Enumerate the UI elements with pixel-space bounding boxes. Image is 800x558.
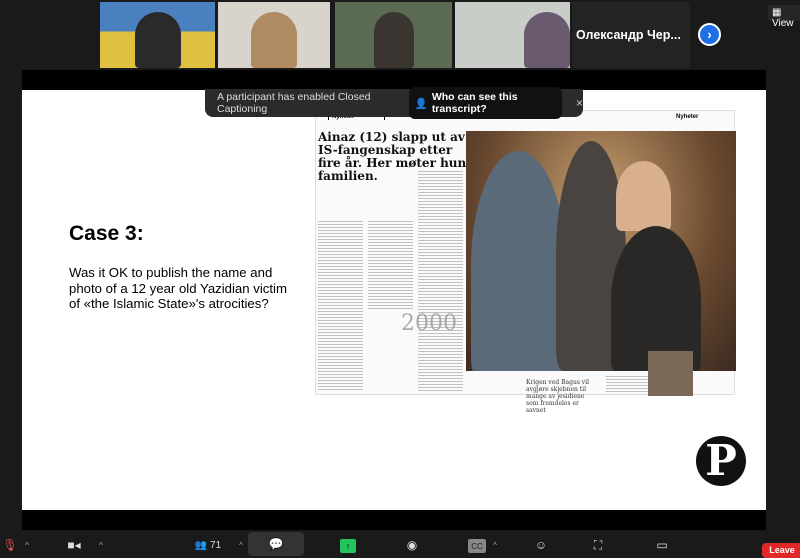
whiteboard-icon[interactable]: ▭ xyxy=(654,536,670,554)
video-camera-icon[interactable]: ■◂ xyxy=(64,536,84,554)
slide-body: Was it OK to publish the name and photo … xyxy=(69,265,287,311)
audio-options-caret[interactable]: ^ xyxy=(22,536,32,554)
newspaper-pull-quote: Krigen ved Bagus vil avgjøre skjebnen ti… xyxy=(526,379,590,414)
closed-caption-button[interactable]: CC xyxy=(468,539,486,553)
next-page-button[interactable]: › xyxy=(698,23,721,46)
newspaper-year: 2000 xyxy=(401,311,457,336)
chat-bubble-icon: 💬 xyxy=(268,537,284,551)
video-options-caret[interactable]: ^ xyxy=(96,536,106,554)
arrow-up-icon: ↑ xyxy=(345,541,351,551)
participants-button[interactable]: 👥 71 xyxy=(190,536,226,554)
participant-video[interactable] xyxy=(335,2,452,68)
newspaper-section-right: Nyheter xyxy=(676,114,699,120)
chevron-right-icon: › xyxy=(707,27,712,42)
person-icon: 👤 xyxy=(414,97,428,110)
mute-microphone-icon[interactable]: 🎙 xyxy=(2,536,18,554)
reactions-icon[interactable]: ☺ xyxy=(533,536,549,554)
participant-video[interactable] xyxy=(218,2,330,68)
newspaper-image: Nyheter Nyheter Ainaz (12) slapp ut av I… xyxy=(315,110,736,414)
publisher-logo: P xyxy=(696,436,746,486)
record-icon[interactable]: ◉ xyxy=(405,536,419,554)
view-button[interactable]: ▦ View xyxy=(768,5,800,29)
transcript-info-button[interactable]: 👤 Who can see this transcript? xyxy=(408,87,562,119)
cc-label: CC xyxy=(471,541,483,551)
cc-caret[interactable]: ^ xyxy=(490,536,500,554)
close-icon[interactable]: × xyxy=(576,96,583,110)
newspaper-photo xyxy=(466,131,736,371)
cc-notification: A participant has enabled Closed Caption… xyxy=(205,87,583,119)
participants-caret[interactable]: ^ xyxy=(236,536,246,554)
participant-strip: Олександр Чер... › ▦ View xyxy=(0,0,800,68)
view-label: View xyxy=(772,18,794,29)
apps-icon[interactable]: ⛶ xyxy=(590,536,606,554)
chat-button[interactable]: 💬 xyxy=(248,532,304,556)
meeting-toolbar xyxy=(0,532,800,556)
participant-name-tile[interactable]: Олександр Чер... xyxy=(572,2,690,68)
participant-name: Олександр Чер... xyxy=(576,28,681,42)
slide-title: Case 3: xyxy=(69,222,144,245)
share-screen-button[interactable]: ↑ xyxy=(340,539,356,553)
participant-video[interactable] xyxy=(100,2,215,68)
transcript-info-label: Who can see this transcript? xyxy=(431,91,518,115)
participants-count: 71 xyxy=(210,539,222,551)
participant-video[interactable] xyxy=(455,2,570,68)
cc-message: A participant has enabled Closed Caption… xyxy=(217,91,371,115)
